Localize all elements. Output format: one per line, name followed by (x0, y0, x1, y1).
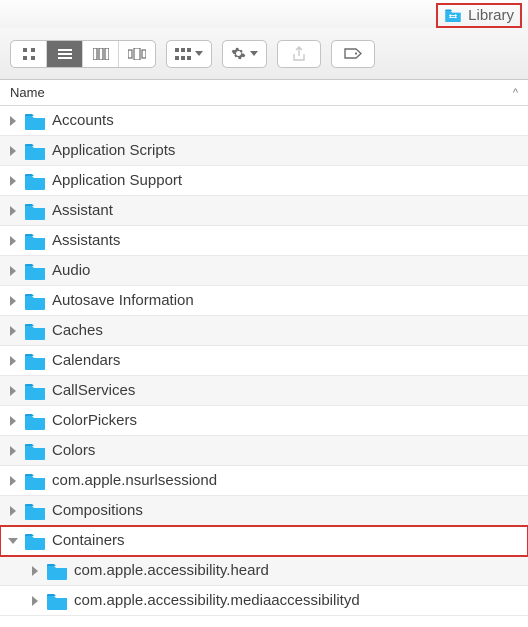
list-item[interactable]: Audio (0, 256, 528, 286)
list-item[interactable]: CallServices (0, 376, 528, 406)
list-icon (58, 48, 72, 60)
disclosure-right-icon[interactable] (26, 566, 44, 576)
item-name: ColorPickers (52, 412, 137, 429)
tags-button[interactable] (331, 40, 375, 68)
list-item[interactable]: Calendars (0, 346, 528, 376)
disclosure-right-icon[interactable] (4, 416, 22, 426)
disclosure-right-icon[interactable] (4, 206, 22, 216)
list-item[interactable]: Compositions (0, 496, 528, 526)
window-titlebar: Library (0, 0, 528, 28)
list-item[interactable]: Containers (0, 526, 528, 556)
item-name: Containers (52, 532, 125, 549)
coverflow-view-button[interactable] (119, 41, 155, 67)
arrange-icon (175, 48, 191, 60)
item-name: CallServices (52, 382, 135, 399)
column-header-name[interactable]: Name ^ (0, 80, 528, 106)
folder-icon (24, 292, 46, 310)
disclosure-right-icon[interactable] (4, 446, 22, 456)
item-name: com.apple.accessibility.heard (74, 562, 269, 579)
item-name: Calendars (52, 352, 120, 369)
disclosure-right-icon[interactable] (4, 356, 22, 366)
item-name: Audio (52, 262, 90, 279)
disclosure-right-icon[interactable] (4, 506, 22, 516)
folder-icon (24, 202, 46, 220)
item-name: Autosave Information (52, 292, 194, 309)
file-list: Accounts Application Scripts Application… (0, 106, 528, 616)
sort-indicator-icon: ^ (513, 87, 518, 99)
folder-icon (24, 322, 46, 340)
gear-icon (231, 46, 246, 61)
folder-icon (46, 592, 68, 610)
grid-icon (22, 47, 36, 61)
item-name: Application Support (52, 172, 182, 189)
list-item[interactable]: Application Support (0, 166, 528, 196)
list-view-button[interactable] (47, 41, 83, 67)
folder-icon (24, 172, 46, 190)
folder-icon (24, 112, 46, 130)
action-button[interactable] (222, 40, 267, 68)
tag-icon (344, 47, 362, 60)
list-item[interactable]: Assistant (0, 196, 528, 226)
item-name: Caches (52, 322, 103, 339)
folder-icon (24, 232, 46, 250)
folder-icon (46, 562, 68, 580)
folder-icon (24, 412, 46, 430)
disclosure-right-icon[interactable] (26, 596, 44, 606)
item-name: Application Scripts (52, 142, 175, 159)
folder-icon (24, 472, 46, 490)
list-item[interactable]: Application Scripts (0, 136, 528, 166)
item-name: com.apple.nsurlsessiond (52, 472, 217, 489)
list-item[interactable]: Autosave Information (0, 286, 528, 316)
folder-icon (24, 262, 46, 280)
disclosure-right-icon[interactable] (4, 236, 22, 246)
folder-icon (24, 442, 46, 460)
list-item[interactable]: com.apple.accessibility.heard (0, 556, 528, 586)
list-item[interactable]: Accounts (0, 106, 528, 136)
disclosure-right-icon[interactable] (4, 476, 22, 486)
toolbar (0, 28, 528, 80)
folder-icon (24, 502, 46, 520)
icon-view-button[interactable] (11, 41, 47, 67)
window-title-label: Library (468, 7, 514, 24)
item-name: com.apple.accessibility.mediaaccessibili… (74, 592, 360, 609)
disclosure-right-icon[interactable] (4, 386, 22, 396)
item-name: Assistants (52, 232, 120, 249)
column-view-button[interactable] (83, 41, 119, 67)
disclosure-right-icon[interactable] (4, 326, 22, 336)
list-item[interactable]: ColorPickers (0, 406, 528, 436)
disclosure-right-icon[interactable] (4, 296, 22, 306)
arrange-button[interactable] (166, 40, 212, 68)
folder-icon (24, 382, 46, 400)
disclosure-right-icon[interactable] (4, 146, 22, 156)
folder-icon (24, 532, 46, 550)
columns-icon (93, 48, 109, 60)
list-item[interactable]: Assistants (0, 226, 528, 256)
chevron-down-icon (195, 51, 203, 56)
list-item[interactable]: com.apple.nsurlsessiond (0, 466, 528, 496)
view-mode-segment (10, 40, 156, 68)
column-header-label: Name (10, 85, 45, 100)
share-icon (292, 46, 306, 62)
folder-icon (24, 352, 46, 370)
disclosure-right-icon[interactable] (4, 116, 22, 126)
list-item[interactable]: com.apple.accessibility.mediaaccessibili… (0, 586, 528, 616)
disclosure-right-icon[interactable] (4, 266, 22, 276)
share-button[interactable] (277, 40, 321, 68)
item-name: Colors (52, 442, 95, 459)
list-item[interactable]: Colors (0, 436, 528, 466)
chevron-down-icon (250, 51, 258, 56)
window-title-proxy[interactable]: Library (436, 3, 522, 28)
list-item[interactable]: Caches (0, 316, 528, 346)
disclosure-right-icon[interactable] (4, 176, 22, 186)
folder-icon (24, 142, 46, 160)
item-name: Assistant (52, 202, 113, 219)
coverflow-icon (128, 48, 146, 60)
disclosure-down-icon[interactable] (4, 538, 22, 544)
item-name: Compositions (52, 502, 143, 519)
item-name: Accounts (52, 112, 114, 129)
library-folder-icon (444, 8, 462, 22)
